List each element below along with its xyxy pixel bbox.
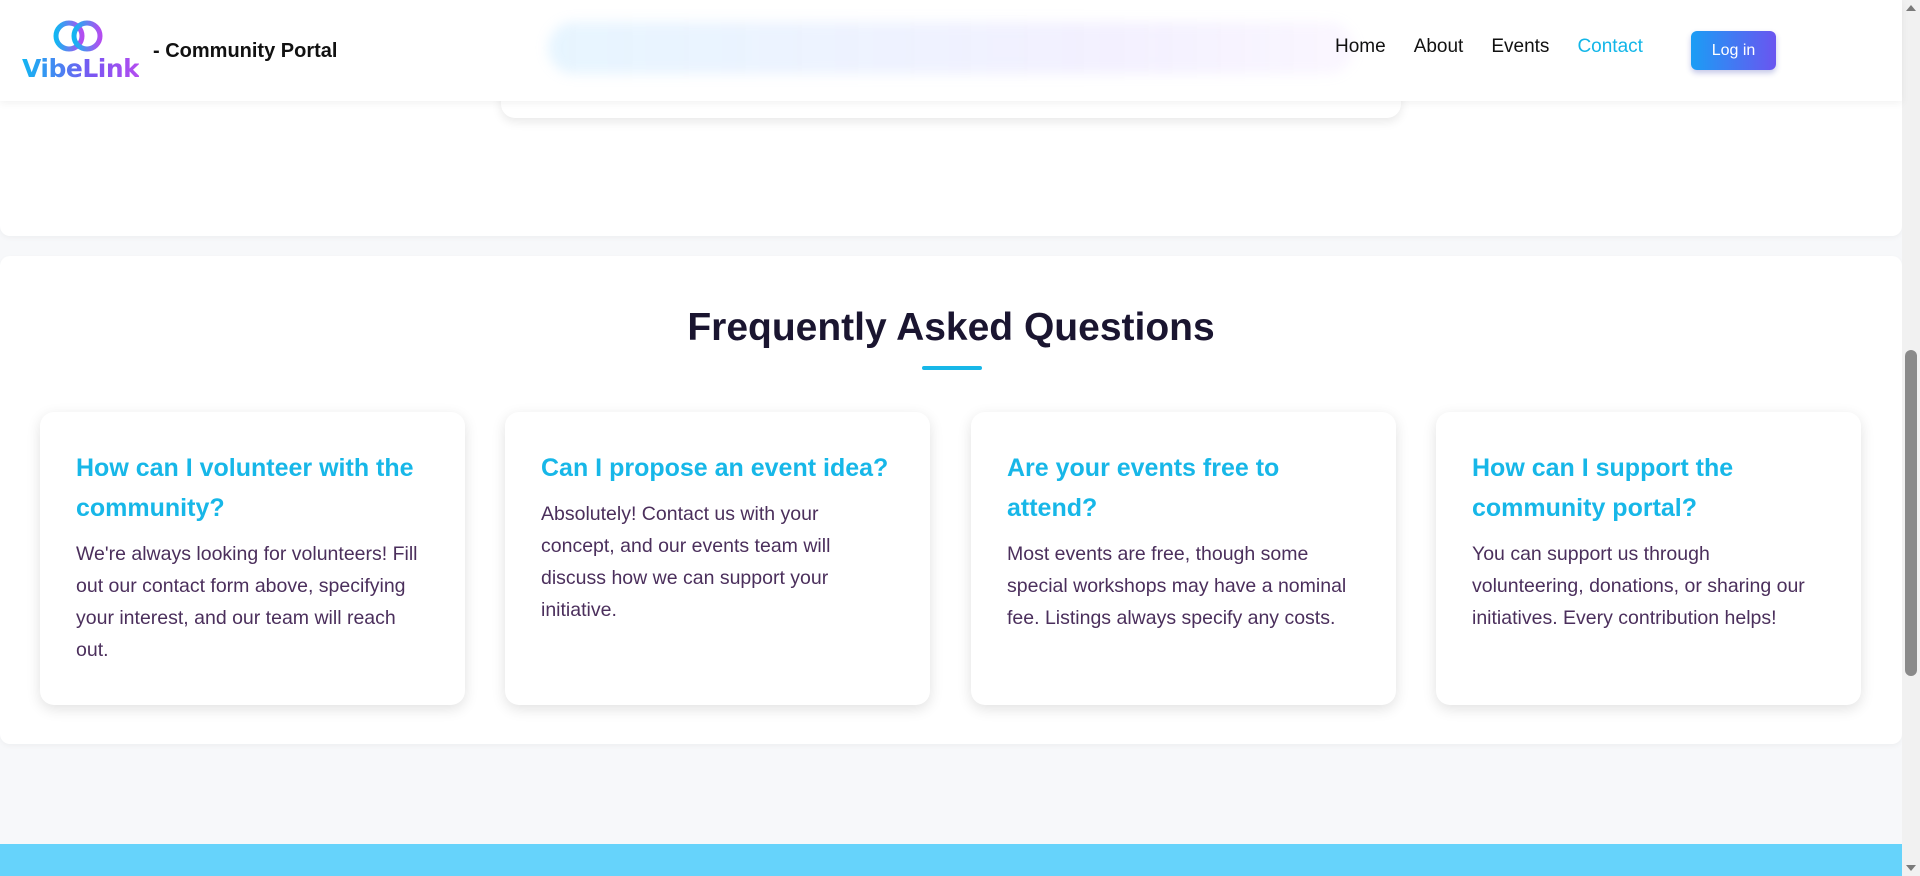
scrollbar-thumb[interactable] bbox=[1905, 350, 1917, 676]
site-title: - Community Portal bbox=[153, 40, 338, 62]
nav-link-home[interactable]: Home bbox=[1335, 36, 1386, 58]
faq-card: Can I propose an event idea? Absolutely!… bbox=[505, 412, 930, 705]
nav-link-events[interactable]: Events bbox=[1491, 36, 1549, 58]
faq-answer: We're always looking for volunteers! Fil… bbox=[76, 543, 418, 661]
linked-rings-icon bbox=[53, 20, 103, 52]
faq-card: Are your events free to attend? Most eve… bbox=[971, 412, 1396, 705]
nav-link-contact[interactable]: Contact bbox=[1577, 36, 1642, 58]
faq-card: How can I volunteer with the community? … bbox=[40, 412, 465, 705]
faq-title: Frequently Asked Questions bbox=[687, 306, 1215, 349]
faq-answer: Absolutely! Contact us with your concept… bbox=[541, 503, 831, 621]
faq-answer: You can support us through volunteering,… bbox=[1472, 543, 1805, 629]
faq-question: Can I propose an event idea? bbox=[541, 454, 889, 482]
login-button[interactable]: Log in bbox=[1691, 31, 1776, 70]
faq-question: How can I support the community portal? bbox=[1472, 454, 1734, 522]
faq-question: Are your events free to attend? bbox=[1007, 454, 1280, 522]
faq-answer: Most events are free, though some specia… bbox=[1007, 543, 1347, 629]
main-nav: Home About Events Contact bbox=[1335, 36, 1671, 58]
hero-glow bbox=[548, 22, 1354, 74]
scroll-down-icon[interactable] bbox=[1906, 865, 1916, 871]
page-scrollbar[interactable] bbox=[1902, 0, 1920, 876]
nav-link-about[interactable]: About bbox=[1414, 36, 1464, 58]
footer bbox=[0, 844, 1902, 876]
faq-question: How can I volunteer with the community? bbox=[76, 454, 414, 522]
scroll-up-icon[interactable] bbox=[1906, 5, 1916, 11]
faq-card: How can I support the community portal? … bbox=[1436, 412, 1861, 705]
site-header: VibeLink - Community Portal Home About E… bbox=[0, 0, 1902, 101]
title-underline bbox=[922, 366, 982, 370]
logo-text: VibeLink bbox=[22, 54, 140, 83]
logo[interactable]: VibeLink bbox=[20, 18, 140, 84]
faq-section: Frequently Asked Questions How can I vol… bbox=[0, 256, 1902, 744]
